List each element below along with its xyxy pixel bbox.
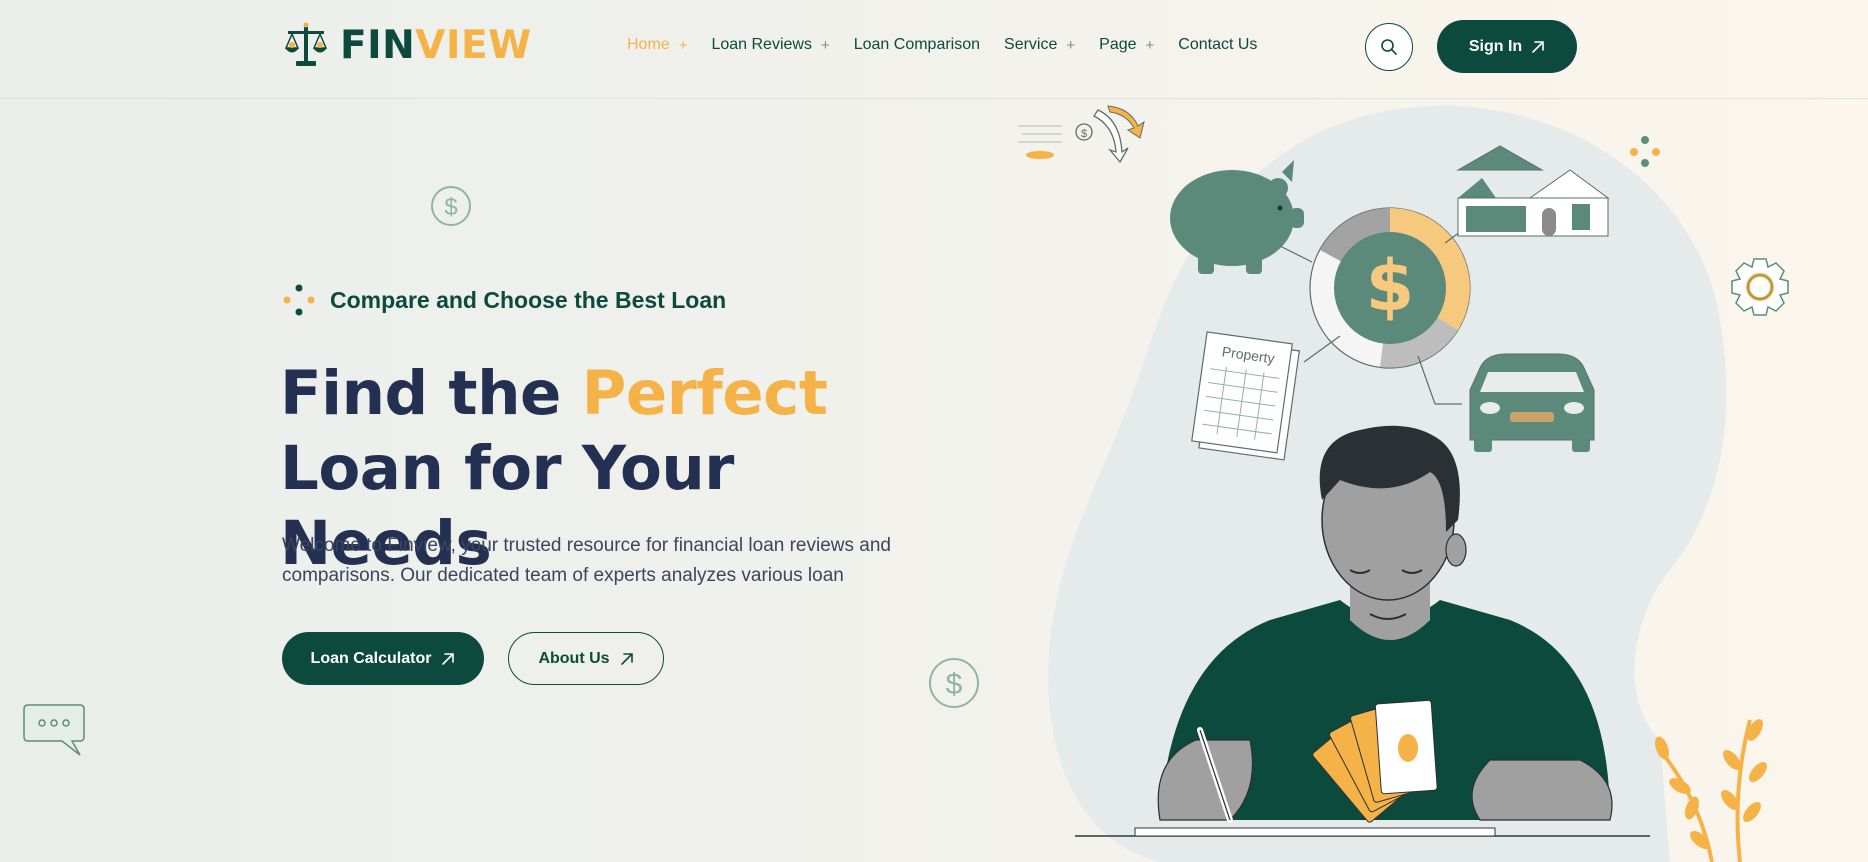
nav-item-label: Home	[627, 36, 670, 53]
nav-item-label: Service	[1004, 36, 1058, 53]
falling-arrow-icon: $	[1018, 105, 1145, 164]
headline-part1: Find the	[280, 358, 582, 429]
arrow-up-right-icon	[442, 652, 455, 665]
plus-icon: +	[678, 36, 688, 54]
car-icon	[1469, 353, 1595, 452]
nav-item-loan-reviews[interactable]: Loan Reviews +	[711, 36, 829, 54]
about-us-button[interactable]: About Us	[508, 632, 664, 685]
arrow-up-right-icon	[1532, 40, 1544, 53]
nav-item-label: Loan Reviews	[711, 36, 812, 53]
arrow-up-right-icon	[620, 652, 633, 665]
dollar-coin-icon: $	[929, 658, 979, 708]
property-document-icon: Property	[1191, 331, 1301, 461]
nav-item-home[interactable]: Home +	[627, 36, 687, 54]
sign-in-button[interactable]: Sign In	[1437, 20, 1577, 73]
currency-symbol: $	[946, 668, 963, 701]
logo-wordmark-part2: VIEW	[415, 22, 532, 68]
plus-icon: +	[1066, 36, 1076, 54]
about-us-label: About Us	[538, 649, 610, 667]
logo-wordmark: FINVIEW	[340, 23, 532, 68]
logo-wordmark-part1: FIN	[340, 22, 416, 68]
nav-item-label: Page	[1099, 36, 1137, 53]
nav-item-loan-comparison[interactable]: Loan Comparison	[854, 36, 980, 54]
gear-icon	[1731, 258, 1789, 316]
nav-item-service[interactable]: Service +	[1004, 36, 1075, 54]
dots-icon	[283, 284, 315, 316]
currency-symbol: $	[1366, 245, 1415, 327]
hero-tagline: Compare and Choose the Best Loan	[282, 283, 726, 317]
currency-symbol: $	[1081, 128, 1087, 140]
search-button[interactable]	[1365, 23, 1413, 71]
nav-item-label: Contact Us	[1178, 36, 1258, 53]
logo[interactable]: FINVIEW	[282, 20, 532, 70]
logo-scale-icon	[284, 22, 328, 66]
dollar-coin-icon: $	[431, 186, 471, 226]
plus-icon: +	[1145, 36, 1155, 54]
nav-item-contact-us[interactable]: Contact Us	[1178, 36, 1257, 54]
currency-symbol: $	[444, 194, 457, 221]
loan-calculator-button[interactable]: Loan Calculator	[282, 632, 484, 685]
loan-calculator-label: Loan Calculator	[310, 649, 432, 667]
hero-description: Welcome to Finview, your trusted resourc…	[282, 535, 891, 586]
site-header: FINVIEW Home + Loan Reviews + Loan Compa…	[0, 0, 1868, 99]
nav-item-page[interactable]: Page +	[1099, 36, 1154, 54]
main-nav: Home + Loan Reviews + Loan Comparison Se…	[627, 36, 1281, 54]
tagline-text: Compare and Choose the Best Loan	[330, 286, 727, 313]
plus-icon: +	[820, 36, 830, 54]
nav-item-label: Loan Comparison	[853, 36, 981, 53]
headline-accent: Perfect	[581, 358, 828, 429]
hero-illustration: $ $ Property	[1018, 105, 1789, 862]
search-icon	[1381, 39, 1397, 55]
sign-in-label: Sign In	[1468, 37, 1523, 55]
plant-icon	[1655, 719, 1767, 862]
chat-bubble-icon[interactable]	[22, 703, 86, 757]
dots-icon	[1630, 136, 1660, 167]
